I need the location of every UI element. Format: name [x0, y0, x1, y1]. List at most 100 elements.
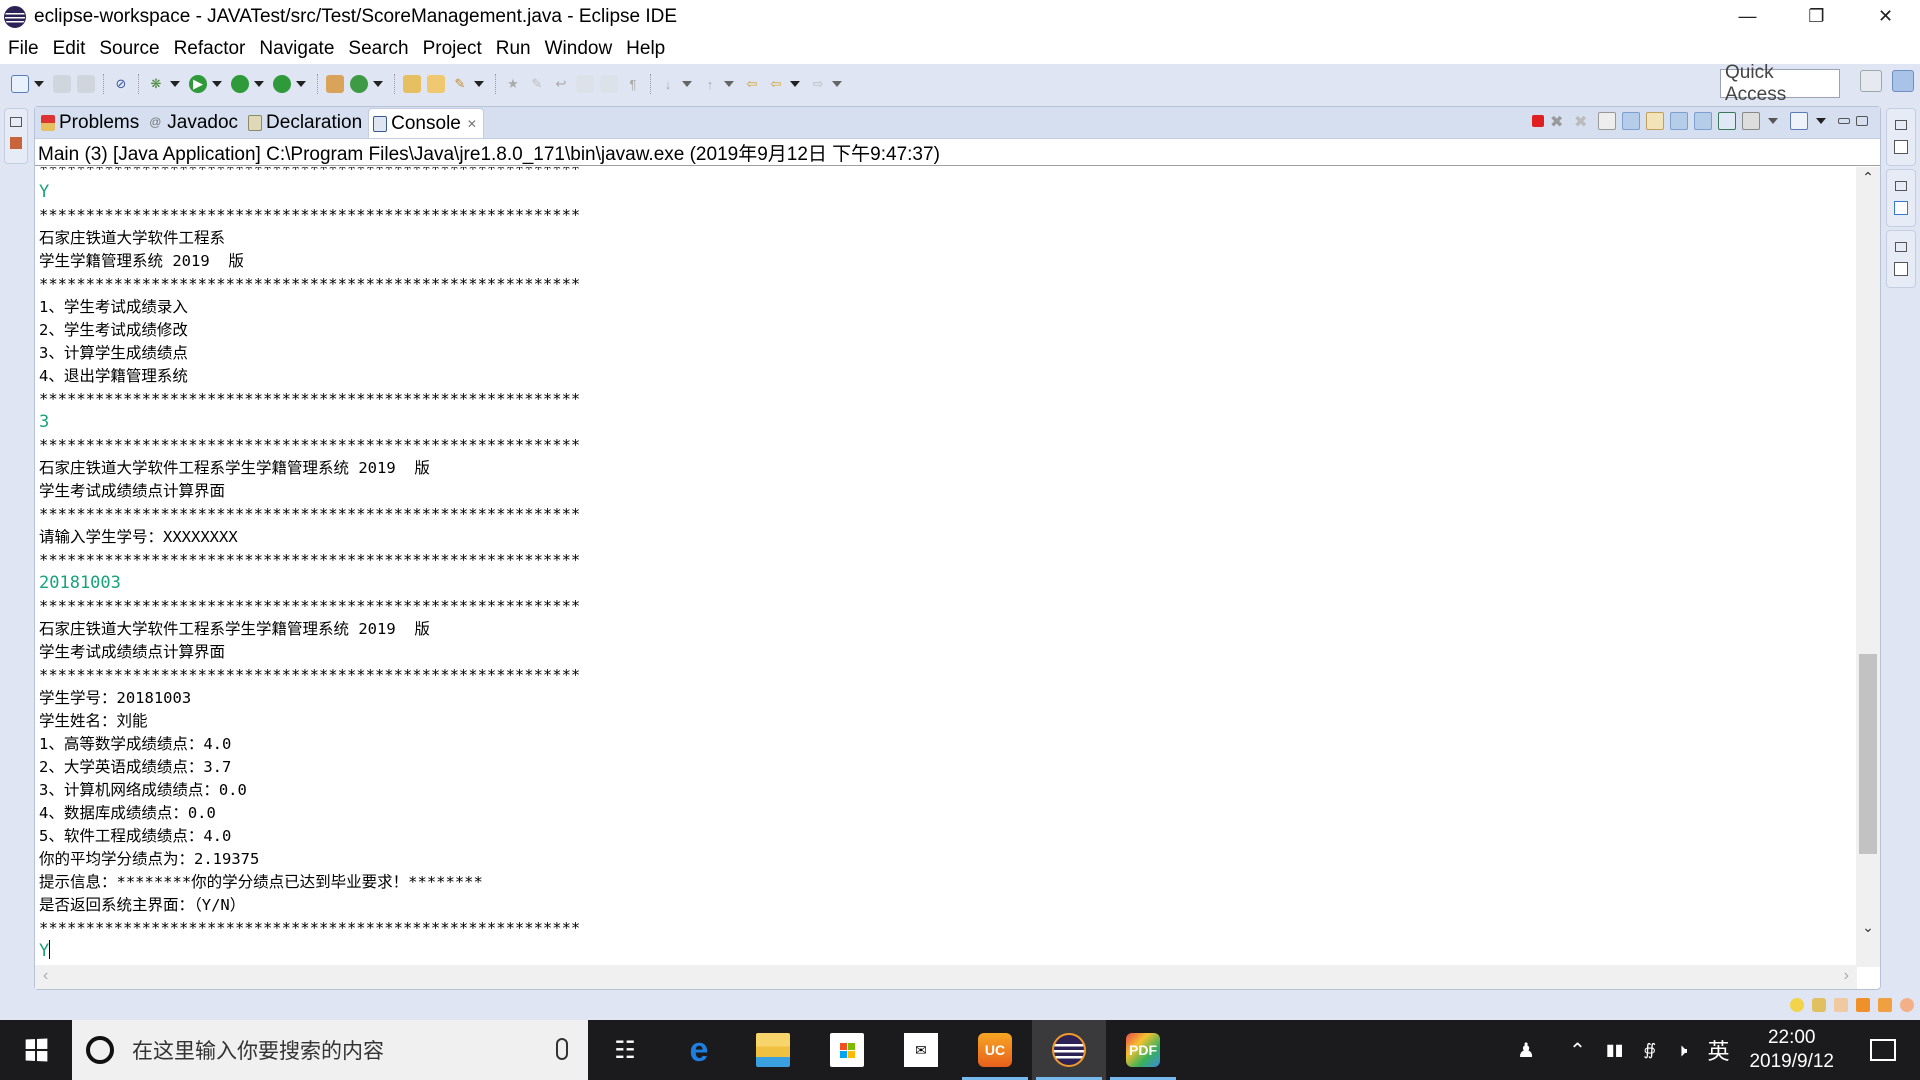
tab-console[interactable]: Console ✕ [368, 108, 484, 138]
restore-icon[interactable] [1895, 242, 1907, 252]
ime-indicator[interactable]: 英 [1707, 1034, 1729, 1066]
scroll-lock-icon[interactable] [1622, 112, 1640, 130]
block-selection-icon[interactable] [576, 75, 594, 93]
start-button[interactable] [0, 1020, 72, 1080]
battery-icon[interactable]: ▮▮ [1606, 1040, 1624, 1060]
menu-refactor[interactable]: Refactor [174, 38, 246, 60]
coverage-dropdown[interactable] [254, 81, 264, 87]
menu-project[interactable]: Project [423, 38, 482, 60]
terminate-icon[interactable] [1532, 115, 1544, 127]
new-icon[interactable] [11, 75, 29, 93]
show-console-on-stdout-icon[interactable] [1670, 112, 1688, 130]
tab-declaration[interactable]: Declaration [244, 108, 368, 138]
previous-annotation-dropdown[interactable] [724, 81, 734, 87]
new-class-dropdown[interactable] [373, 81, 383, 87]
menu-edit[interactable]: Edit [53, 38, 86, 60]
run-icon[interactable]: ▶ [189, 75, 207, 93]
taskbar-task-view[interactable]: ☷ [588, 1020, 662, 1080]
samples-icon[interactable] [1878, 998, 1892, 1012]
open-console-dropdown[interactable] [1816, 118, 1826, 124]
show-whitespace-icon[interactable] [600, 75, 618, 93]
menu-file[interactable]: File [8, 38, 39, 60]
search-dropdown[interactable] [474, 81, 484, 87]
outline-icon[interactable] [1894, 201, 1908, 215]
display-console-dropdown[interactable] [1768, 118, 1778, 124]
tab-problems[interactable]: Problems [37, 108, 145, 138]
back-dropdown[interactable] [790, 81, 800, 87]
pin-console-icon[interactable] [1718, 112, 1736, 130]
vertical-scrollbar[interactable]: ⌃ ⌄ [1856, 167, 1880, 967]
forward-icon[interactable]: ⇨ [809, 75, 827, 93]
toggle-ant-editor-icon[interactable]: ✎ [528, 75, 546, 93]
save-icon[interactable] [53, 75, 71, 93]
clear-console-icon[interactable] [1598, 112, 1616, 130]
microphone-icon[interactable] [556, 1038, 568, 1060]
remove-all-terminated-icon[interactable]: ✖ [1574, 112, 1592, 131]
taskbar-uc-browser[interactable]: UC [958, 1020, 1032, 1080]
menu-window[interactable]: Window [545, 38, 613, 60]
forward-dropdown[interactable] [832, 81, 842, 87]
task-list-icon[interactable] [1894, 140, 1908, 154]
taskbar-mail[interactable]: ✉ [884, 1020, 958, 1080]
external-tools-dropdown[interactable] [296, 81, 306, 87]
menu-help[interactable]: Help [626, 38, 665, 60]
run-dropdown[interactable] [212, 81, 222, 87]
external-tools-icon[interactable] [273, 75, 291, 93]
pilcrow-icon[interactable]: ¶ [624, 75, 642, 93]
open-type-icon[interactable] [403, 75, 421, 93]
menu-search[interactable]: Search [348, 38, 408, 60]
open-task-icon[interactable] [427, 75, 445, 93]
show-hidden-icons-icon[interactable]: ⌃ [1569, 1038, 1586, 1063]
volume-icon[interactable]: 🕨 [1676, 1040, 1687, 1061]
coverage-icon[interactable] [231, 75, 249, 93]
people-icon[interactable]: ♟ [1517, 1038, 1535, 1063]
minimize-button[interactable]: — [1713, 0, 1782, 33]
taskbar-file-explorer[interactable] [736, 1020, 810, 1080]
next-annotation-icon[interactable]: ↓ [659, 75, 677, 93]
next-annotation-dropdown[interactable] [682, 81, 692, 87]
display-selected-console-icon[interactable] [1742, 112, 1760, 130]
menu-navigate[interactable]: Navigate [259, 38, 334, 60]
word-wrap-icon[interactable] [1646, 112, 1664, 130]
new-java-class-icon[interactable] [350, 75, 368, 93]
close-button[interactable]: ✕ [1851, 0, 1920, 33]
scrollbar-thumb[interactable] [1859, 653, 1877, 854]
taskbar-search-box[interactable]: 在这里输入你要搜索的内容 [72, 1020, 588, 1080]
debug-dropdown[interactable] [170, 81, 180, 87]
close-tab-icon[interactable]: ✕ [467, 117, 477, 131]
open-perspective-icon[interactable] [1860, 70, 1882, 92]
whats-new-icon[interactable] [1900, 998, 1914, 1012]
word-wrap-icon[interactable]: ↩ [552, 75, 570, 93]
menu-source[interactable]: Source [99, 38, 159, 60]
back-icon[interactable]: ⇦ [767, 75, 785, 93]
minimize-view-icon[interactable] [1838, 118, 1850, 124]
new-dropdown[interactable] [34, 81, 44, 87]
new-java-package-icon[interactable] [326, 75, 344, 93]
show-console-on-stderr-icon[interactable] [1694, 112, 1712, 130]
taskbar-store[interactable] [810, 1020, 884, 1080]
scroll-down-icon[interactable]: ⌄ [1856, 919, 1880, 941]
wifi-icon[interactable]: ∯ [1643, 1040, 1656, 1060]
toggle-mark-occurrences-icon[interactable]: ★ [504, 75, 522, 93]
progress-icon[interactable] [1812, 998, 1826, 1012]
restore-icon[interactable] [1895, 120, 1907, 130]
java-perspective-icon[interactable] [1892, 70, 1914, 92]
restore-button[interactable]: ❐ [1782, 0, 1851, 33]
tab-javadoc[interactable]: @ Javadoc [145, 108, 244, 138]
editor-area-icon[interactable] [1894, 262, 1908, 276]
restore-icon[interactable] [1895, 181, 1907, 191]
package-explorer-icon[interactable] [10, 137, 22, 149]
search-icon[interactable]: ✎ [451, 75, 469, 93]
console-output[interactable]: ****************************************… [35, 167, 1857, 967]
overview-icon[interactable] [1834, 998, 1848, 1012]
scroll-up-icon[interactable]: ⌃ [1856, 169, 1880, 191]
skip-breakpoints-icon[interactable]: ⊘ [112, 75, 130, 93]
clock[interactable]: 22:00 2019/9/12 [1749, 1027, 1834, 1073]
scroll-left-icon[interactable]: ‹ [43, 967, 48, 985]
lightbulb-icon[interactable] [1790, 998, 1804, 1012]
taskbar-pdf[interactable]: PDF [1106, 1020, 1180, 1080]
maximize-view-icon[interactable] [1856, 116, 1868, 126]
taskbar-edge[interactable]: e [662, 1020, 736, 1080]
taskbar-eclipse[interactable] [1032, 1020, 1106, 1080]
save-all-icon[interactable] [77, 75, 95, 93]
